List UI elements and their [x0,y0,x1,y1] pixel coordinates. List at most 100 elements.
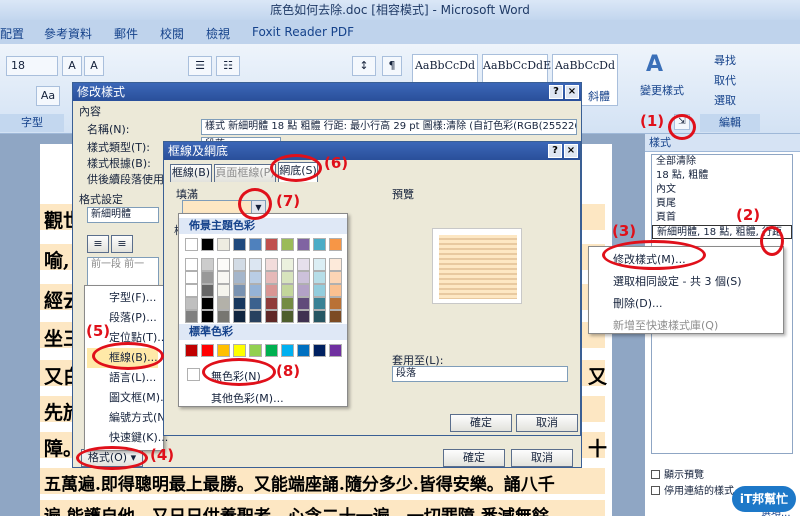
theme-shade-swatch[interactable] [217,310,230,323]
theme-shade-swatch[interactable] [185,297,198,310]
theme-shade-swatch[interactable] [249,297,262,310]
style-item[interactable]: 頁尾 [652,197,792,211]
menu-frame[interactable]: 圖文框(M)... [87,388,171,408]
style-item[interactable]: 頁首 [652,211,792,225]
select-same-item[interactable]: 選取相同設定 - 共 3 個(S) [613,273,742,289]
tab-layout[interactable]: 配置 [0,25,24,42]
theme-shade-swatch[interactable] [313,271,326,284]
style-item[interactable]: 18 點, 粗體 [652,169,792,183]
theme-shade-swatch[interactable] [217,271,230,284]
tab-review[interactable]: 校閱 [160,25,184,42]
select-button[interactable]: 選取 [714,92,736,108]
theme-color-swatch[interactable] [233,238,246,251]
borders-ok-button[interactable]: 確定 [450,414,512,432]
tab-mailings[interactable]: 郵件 [114,25,138,42]
align-center-button[interactable]: ≡ [111,235,133,253]
theme-shade-swatch[interactable] [313,310,326,323]
standard-color-swatch[interactable] [185,344,198,357]
show-preview-checkbox[interactable]: 顯示預覽 [651,466,704,481]
theme-shade-swatch[interactable] [329,297,342,310]
tab-foxit[interactable]: Foxit Reader PDF [252,25,354,39]
theme-shade-swatch[interactable] [185,284,198,297]
close-button[interactable]: × [564,144,578,158]
theme-color-swatch[interactable] [329,238,342,251]
align-left-button[interactable]: ≡ [87,235,109,253]
theme-shade-swatch[interactable] [265,284,278,297]
theme-color-swatch[interactable] [297,238,310,251]
modify-cancel-button[interactable]: 取消 [511,449,573,467]
theme-shade-swatch[interactable] [185,271,198,284]
modify-ok-button[interactable]: 確定 [443,449,505,467]
theme-shade-swatch[interactable] [313,258,326,271]
sort-button[interactable]: ↕ [352,56,376,76]
theme-shade-swatch[interactable] [297,258,310,271]
more-colors-option[interactable]: 其他色彩(M)... [211,390,284,406]
theme-shade-swatch[interactable] [201,258,214,271]
show-marks-button[interactable]: ¶ [382,56,402,76]
theme-shade-swatch[interactable] [249,284,262,297]
font-color-button[interactable]: Aa [36,86,60,106]
theme-shade-swatch[interactable] [265,271,278,284]
theme-shade-swatch[interactable] [217,297,230,310]
close-button[interactable]: × [565,85,579,99]
theme-shade-swatch[interactable] [313,297,326,310]
theme-color-swatch[interactable] [217,238,230,251]
help-button[interactable]: ? [548,144,562,158]
help-button[interactable]: ? [549,85,563,99]
standard-color-swatch[interactable] [265,344,278,357]
standard-color-swatch[interactable] [329,344,342,357]
menu-shortcut[interactable]: 快速鍵(K)... [87,428,168,448]
theme-shade-swatch[interactable] [265,297,278,310]
standard-color-swatch[interactable] [201,344,214,357]
theme-color-swatch[interactable] [265,238,278,251]
theme-shade-swatch[interactable] [281,271,294,284]
standard-color-swatch[interactable] [281,344,294,357]
theme-shade-swatch[interactable] [329,271,342,284]
tab-borders[interactable]: 框線(B) [170,164,212,182]
tab-view[interactable]: 檢視 [206,25,230,42]
theme-shade-swatch[interactable] [201,297,214,310]
theme-color-swatch[interactable] [313,238,326,251]
style-item[interactable]: 內文 [652,183,792,197]
disable-linked-checkbox[interactable]: 停用連結的樣式 [651,482,734,497]
standard-color-swatch[interactable] [249,344,262,357]
theme-shade-swatch[interactable] [233,271,246,284]
menu-font[interactable]: 字型(F)... [87,288,156,308]
theme-shade-swatch[interactable] [217,258,230,271]
bullets-button[interactable]: ☰ [188,56,212,76]
replace-button[interactable]: 取代 [714,72,736,88]
theme-shade-swatch[interactable] [233,258,246,271]
add-to-gallery-item[interactable]: 新增至快速樣式庫(Q) [613,317,718,333]
font-size-box[interactable]: 18 [6,56,58,76]
tab-references[interactable]: 參考資料 [44,25,92,42]
theme-shade-swatch[interactable] [265,258,278,271]
theme-shade-swatch[interactable] [233,284,246,297]
theme-shade-swatch[interactable] [201,284,214,297]
change-styles-button[interactable]: 變更樣式 [640,82,684,98]
theme-shade-swatch[interactable] [265,310,278,323]
theme-shade-swatch[interactable] [185,310,198,323]
style-item[interactable]: 全部清除 [652,155,792,169]
standard-color-swatch[interactable] [233,344,246,357]
standard-color-swatch[interactable] [297,344,310,357]
theme-shade-swatch[interactable] [201,271,214,284]
tab-page-border[interactable]: 頁面框線(P) [214,164,276,182]
theme-shade-swatch[interactable] [249,310,262,323]
theme-color-swatch[interactable] [249,238,262,251]
theme-color-swatch[interactable] [281,238,294,251]
borders-cancel-button[interactable]: 取消 [516,414,578,432]
standard-color-swatch[interactable] [313,344,326,357]
theme-shade-swatch[interactable] [217,284,230,297]
theme-shade-swatch[interactable] [281,284,294,297]
theme-color-swatch[interactable] [185,238,198,251]
numbering-button[interactable]: ☷ [216,56,240,76]
theme-shade-swatch[interactable] [281,310,294,323]
menu-language[interactable]: 語言(L)... [87,368,156,388]
theme-shade-swatch[interactable] [281,297,294,310]
theme-shade-swatch[interactable] [297,310,310,323]
theme-shade-swatch[interactable] [249,271,262,284]
font-field[interactable]: 新細明體 [87,207,159,223]
theme-shade-swatch[interactable] [185,258,198,271]
standard-color-swatch[interactable] [217,344,230,357]
theme-color-swatch[interactable] [201,238,214,251]
